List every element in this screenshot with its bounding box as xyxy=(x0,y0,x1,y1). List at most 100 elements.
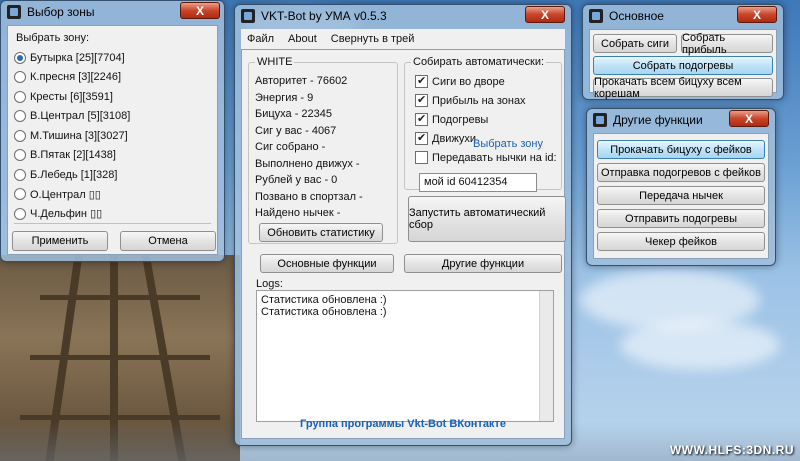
app-icon xyxy=(241,9,255,23)
main-window-title: VKT-Bot by УМА v0.5.3 xyxy=(261,9,387,23)
group-link[interactable]: Группа программы Vkt-Bot ВКонтакте xyxy=(242,418,564,430)
zone-option-label: О.Централ ▯▯ xyxy=(30,188,101,201)
auto-option[interactable]: Прибыль на зонах xyxy=(415,93,526,107)
auto-option[interactable]: Передавать нычки на id: xyxy=(415,151,557,164)
zone-select-window: Выбор зоны X Выбрать зону: Бутырка [25][… xyxy=(0,0,225,262)
app-icon xyxy=(593,113,607,127)
zone-option[interactable]: В.Централ [5][3108] xyxy=(14,107,214,127)
radio-button[interactable] xyxy=(14,90,26,103)
close-button[interactable]: X xyxy=(729,110,769,127)
other-functions-window: Другие функции X Прокачать бицуху с фейк… xyxy=(586,108,776,266)
start-auto-button[interactable]: Запустить автоматический сбор xyxy=(408,196,566,242)
id-input[interactable]: мой id 60412354 xyxy=(419,173,537,192)
stat-line: Найдено нычек - xyxy=(255,207,341,219)
zone-option-label: Бутырка [25][7704] xyxy=(30,51,125,64)
menu-file[interactable]: Файл xyxy=(247,33,274,45)
zone-option-label: В.Пятак [2][1438] xyxy=(30,149,116,162)
stat-line: Бицуха - 22345 xyxy=(255,108,333,120)
basic-functions-button[interactable]: Основные функции xyxy=(260,254,394,273)
radio-button[interactable] xyxy=(14,168,26,181)
stat-line: Выполнено движух - xyxy=(255,157,360,170)
auto-option-label: Прибыль на зонах xyxy=(432,94,526,107)
checkbox[interactable] xyxy=(415,74,428,88)
zone-option[interactable]: Бутырка [25][7704] xyxy=(14,48,214,68)
stat-line: Сиг у вас - 4067 xyxy=(255,124,337,137)
basic-window: Основное X Собрать сиги Собрать прибыль … xyxy=(582,4,784,100)
radio-button[interactable] xyxy=(14,51,26,64)
stats-group: WHITE Авторитет - 76602 Энергия - 9 Бицуха… xyxy=(248,56,398,244)
collect-cigs-button[interactable]: Собрать сиги xyxy=(593,34,677,53)
pump-all-button[interactable]: Прокачать всем бицуху всем корешам xyxy=(593,76,773,100)
log-lines: Статистика обновлена :) Статистика обновл… xyxy=(261,294,549,318)
stats-group-title: WHITE xyxy=(255,56,295,68)
other-function-button[interactable]: Передача нычек xyxy=(597,186,765,205)
zone-window-body: Выбрать зону: Бутырка [25][7704] К.пресня… xyxy=(7,25,218,255)
checkbox[interactable] xyxy=(415,93,428,107)
zone-option[interactable]: Кресты [6][3591] xyxy=(14,87,214,107)
auto-option-label: Подогревы xyxy=(432,113,489,126)
zone-option-label: М.Тишина [3][3027] xyxy=(30,129,128,142)
zone-option[interactable]: М.Тишина [3][3027] xyxy=(14,126,214,146)
checkbox[interactable] xyxy=(415,112,428,126)
other-functions-button[interactable]: Другие функции xyxy=(404,254,562,273)
auto-option-label: Передавать нычки на id: xyxy=(432,151,557,164)
main-window-body: WHITE Авторитет - 76602 Энергия - 9 Бицуха… xyxy=(241,49,566,439)
zone-option[interactable]: Ч.Дельфин ▯▯ xyxy=(14,204,214,224)
radio-button[interactable] xyxy=(14,129,26,142)
zone-list: Бутырка [25][7704] К.пресня [3][2246] Крес… xyxy=(14,48,214,224)
stat-line: Сиг собрано - xyxy=(255,141,326,153)
log-line: Статистика обновлена :) xyxy=(261,306,387,318)
auto-collect-group: Собирать автоматически: Сиги во дворе При… xyxy=(404,56,562,192)
close-button[interactable]: X xyxy=(737,6,777,23)
collect-profit-button[interactable]: Собрать прибыль xyxy=(681,32,773,56)
basic-window-title: Основное xyxy=(609,9,664,23)
main-window-titlebar[interactable]: VKT-Bot by УМА v0.5.3 xyxy=(235,5,571,27)
main-window: VKT-Bot by УМА v0.5.3 X Файл About Сверн… xyxy=(234,4,572,446)
close-button[interactable]: X xyxy=(525,6,565,23)
other-window-title: Другие функции xyxy=(613,113,703,127)
logs-label: Logs: xyxy=(256,278,283,290)
close-button[interactable]: X xyxy=(180,2,220,19)
zone-option-label: Б.Лебедь [1][328] xyxy=(30,168,118,181)
menu-bar: Файл About Свернуть в трей xyxy=(241,29,565,49)
zone-option[interactable]: О.Централ ▯▯ xyxy=(14,185,214,205)
auto-option[interactable]: Движухи xyxy=(415,131,477,145)
refresh-stats-button[interactable]: Обновить статистику xyxy=(259,223,383,242)
scrollbar[interactable] xyxy=(539,291,553,421)
zone-option[interactable]: В.Пятак [2][1438] xyxy=(14,146,214,166)
checkbox[interactable] xyxy=(415,151,428,164)
watermark: WWW.HLFS:3DN.RU xyxy=(669,443,794,457)
auto-option[interactable]: Подогревы xyxy=(415,112,489,126)
zone-option[interactable]: К.пресня [3][2246] xyxy=(14,68,214,88)
other-function-button[interactable]: Отправить подогревы xyxy=(597,209,765,228)
checkbox[interactable] xyxy=(415,131,428,145)
radio-button[interactable] xyxy=(14,207,26,220)
menu-about[interactable]: About xyxy=(288,33,317,45)
zone-legend: Выбрать зону: xyxy=(16,32,90,44)
zone-option-label: В.Централ [5][3108] xyxy=(30,110,131,123)
auto-option[interactable]: Сиги во дворе xyxy=(415,74,505,88)
cancel-button[interactable]: Отмена xyxy=(120,231,216,251)
divider xyxy=(14,223,211,224)
stat-line: Энергия - 9 xyxy=(255,91,314,104)
other-function-button[interactable]: Отправка подогревов с фейков xyxy=(597,163,765,182)
menu-minimize-tray[interactable]: Свернуть в трей xyxy=(331,33,415,45)
stat-line: Авторитет - 76602 xyxy=(255,75,348,87)
zone-window-title: Выбор зоны xyxy=(27,5,95,19)
basic-window-body: Собрать сиги Собрать прибыль Собрать под… xyxy=(589,29,777,100)
radio-button[interactable] xyxy=(14,71,26,84)
collect-heat-button[interactable]: Собрать подогревы xyxy=(593,56,773,75)
zone-option-label: Кресты [6][3591] xyxy=(30,90,113,103)
zone-option-label: Ч.Дельфин ▯▯ xyxy=(30,208,103,221)
app-icon xyxy=(589,9,603,23)
radio-button[interactable] xyxy=(14,149,26,162)
apply-button[interactable]: Применить xyxy=(12,231,108,251)
radio-button[interactable] xyxy=(14,188,26,201)
logs-box[interactable]: Статистика обновлена :) Статистика обновл… xyxy=(256,290,554,422)
radio-button[interactable] xyxy=(14,110,26,123)
other-function-button[interactable]: Прокачать бицуху с фейков xyxy=(597,140,765,159)
zone-option[interactable]: Б.Лебедь [1][328] xyxy=(14,165,214,185)
other-function-button[interactable]: Чекер фейков xyxy=(597,232,765,251)
auto-option-label: Движухи xyxy=(432,132,477,145)
choose-zone-link[interactable]: Выбрать зону xyxy=(473,138,543,150)
